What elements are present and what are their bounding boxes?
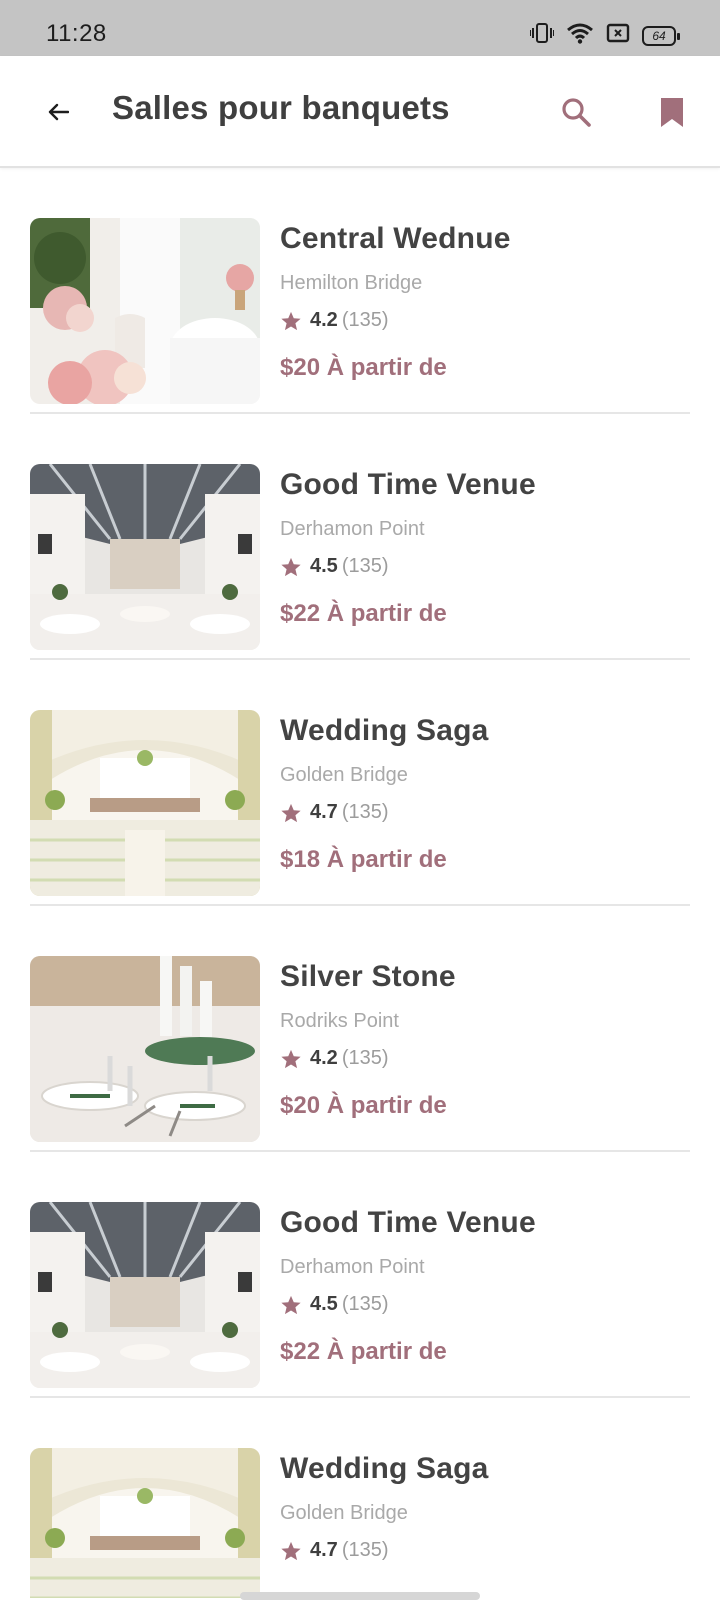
rating-value: 4.7 bbox=[310, 1539, 338, 1561]
search-button[interactable] bbox=[556, 92, 596, 132]
venue-image bbox=[30, 218, 260, 404]
back-arrow-icon bbox=[48, 103, 69, 121]
page-title: Salles pour banquets bbox=[112, 89, 450, 126]
star-icon bbox=[281, 311, 301, 330]
venue-location: Derhamon Point bbox=[280, 518, 425, 540]
venue-card[interactable]: Central Wednue Hemilton Bridge 4.2 (135)… bbox=[30, 168, 690, 414]
venue-price: $22 À partir de bbox=[280, 1338, 447, 1365]
venue-location: Golden Bridge bbox=[280, 1502, 408, 1524]
venue-image bbox=[30, 1448, 260, 1598]
venue-name: Good Time Venue bbox=[280, 468, 536, 501]
review-count: (135) bbox=[341, 1293, 389, 1315]
venue-card[interactable]: Wedding Saga Golden Bridge 4.7 (135) $18… bbox=[30, 660, 690, 906]
review-count: (135) bbox=[341, 555, 389, 577]
review-count: (135) bbox=[341, 1047, 389, 1069]
venue-image bbox=[30, 464, 260, 650]
venue-image bbox=[30, 956, 260, 1142]
venue-name: Wedding Saga bbox=[280, 714, 489, 747]
venue-rating: 4.5 (135) bbox=[280, 555, 680, 578]
back-button[interactable] bbox=[40, 94, 76, 130]
venue-card[interactable]: Wedding Saga Golden Bridge 4.7 (135) bbox=[30, 1398, 690, 1600]
status-bar: 11:28 64 bbox=[0, 0, 720, 56]
venue-price: $22 À partir de bbox=[280, 600, 447, 627]
venue-card[interactable]: Silver Stone Rodriks Point 4.2 (135) $20… bbox=[30, 906, 690, 1152]
review-count: (135) bbox=[341, 801, 389, 823]
rating-value: 4.2 bbox=[310, 1047, 338, 1069]
venue-rating: 4.5 (135) bbox=[280, 1293, 680, 1316]
venue-name: Wedding Saga bbox=[280, 1452, 489, 1485]
rating-value: 4.7 bbox=[310, 801, 338, 823]
star-icon bbox=[281, 803, 301, 822]
venue-rating: 4.2 (135) bbox=[280, 1047, 680, 1070]
review-count: (135) bbox=[341, 1539, 389, 1561]
venue-location: Hemilton Bridge bbox=[280, 272, 423, 294]
venue-rating: 4.7 (135) bbox=[280, 1539, 680, 1562]
venue-location: Golden Bridge bbox=[280, 764, 408, 786]
star-icon bbox=[281, 1541, 301, 1560]
venue-location: Rodriks Point bbox=[280, 1010, 399, 1032]
venue-image bbox=[30, 710, 260, 896]
bookmark-icon bbox=[661, 98, 683, 127]
venue-name: Silver Stone bbox=[280, 960, 456, 993]
venue-rating: 4.7 (135) bbox=[280, 801, 680, 824]
venue-price: $20 À partir de bbox=[280, 354, 447, 381]
sim-off-icon bbox=[606, 23, 630, 48]
venue-image bbox=[30, 1202, 260, 1388]
rating-value: 4.5 bbox=[310, 555, 338, 577]
vibrate-icon bbox=[529, 22, 555, 49]
battery-icon: 64 bbox=[642, 25, 680, 46]
search-icon bbox=[562, 98, 591, 127]
star-icon bbox=[281, 1295, 301, 1314]
rating-value: 4.5 bbox=[310, 1293, 338, 1315]
review-count: (135) bbox=[341, 309, 389, 331]
venue-card[interactable]: Good Time Venue Derhamon Point 4.5 (135)… bbox=[30, 1152, 690, 1398]
venue-location: Derhamon Point bbox=[280, 1256, 425, 1278]
status-time: 11:28 bbox=[46, 20, 107, 47]
venue-list: Central Wednue Hemilton Bridge 4.2 (135)… bbox=[0, 168, 720, 1600]
venue-name: Central Wednue bbox=[280, 222, 511, 255]
venue-card[interactable]: Good Time Venue Derhamon Point 4.5 (135)… bbox=[30, 414, 690, 660]
wifi-icon bbox=[566, 22, 594, 49]
app-bar: Salles pour banquets bbox=[0, 56, 720, 168]
star-icon bbox=[281, 557, 301, 576]
venue-rating: 4.2 (135) bbox=[280, 309, 680, 332]
venue-price: $18 À partir de bbox=[280, 846, 447, 873]
venue-name: Good Time Venue bbox=[280, 1206, 536, 1239]
status-icons: 64 bbox=[529, 22, 680, 49]
star-icon bbox=[281, 1049, 301, 1068]
venue-price: $20 À partir de bbox=[280, 1092, 447, 1119]
rating-value: 4.2 bbox=[310, 309, 338, 331]
bookmark-button[interactable] bbox=[652, 92, 692, 132]
home-indicator[interactable] bbox=[240, 1592, 480, 1600]
